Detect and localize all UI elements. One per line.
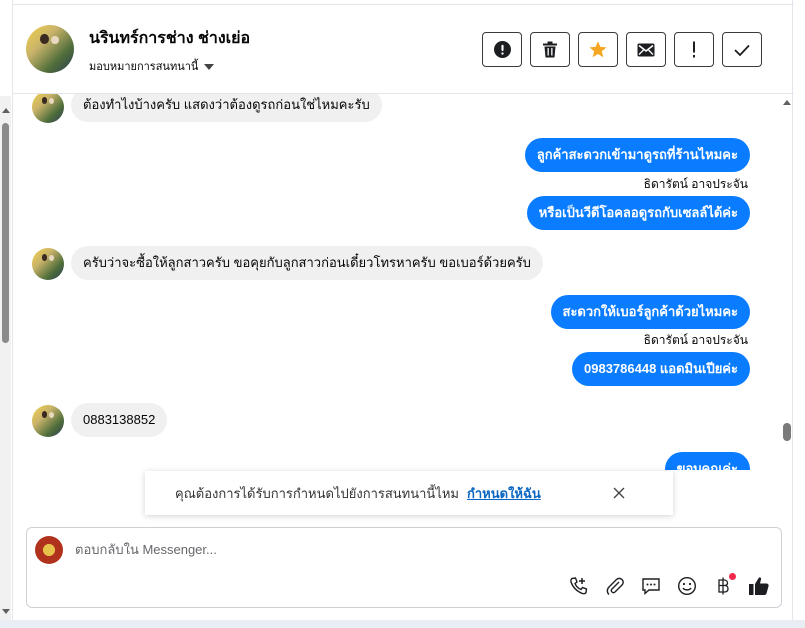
star-button[interactable]: [578, 32, 618, 67]
incoming-message[interactable]: 0883138852: [71, 403, 168, 437]
message-row-incoming: ต้องทำไงบ้างครับ แสดงว่าต้องดูรถก่อนใช่ไ…: [13, 94, 778, 128]
close-icon[interactable]: [609, 483, 629, 503]
phone-plus-icon[interactable]: [568, 575, 590, 597]
envelope-icon: [637, 43, 655, 56]
notice-text: คุณต้องการได้รับการกำหนดไปยังการสนทนานี้…: [175, 485, 459, 501]
important-button[interactable]: [674, 32, 714, 67]
paperclip-icon[interactable]: [604, 575, 626, 597]
outgoing-message[interactable]: ขอบคุณค่ะ: [664, 452, 750, 470]
message-row-incoming: ครับว่าจะซื้อให้ลูกสาวครับ ขอคุยกับลูกสา…: [13, 246, 778, 282]
contact-avatar[interactable]: [26, 25, 74, 73]
chat-bubble-icon[interactable]: [640, 575, 662, 597]
assign-dropdown[interactable]: มอบหมายการสนทนานี้: [89, 57, 215, 75]
window-scrollbar[interactable]: [0, 96, 11, 620]
chat-scrollbar[interactable]: [782, 96, 792, 516]
conversation-panel: นรินทร์การช่าง ช่างเย่อ มอบหมายการสนทนาน…: [12, 0, 794, 620]
outgoing-message[interactable]: หรือเป็นวีดีโอคลอดูรถกับเซลล์ได้ค่ะ: [526, 196, 750, 230]
assign-to-me-link[interactable]: กำหนดให้ฉัน: [467, 483, 541, 504]
incoming-message[interactable]: ครับว่าจะซื้อให้ลูกสาวครับ ขอคุยกับลูกสา…: [71, 246, 543, 280]
delete-button[interactable]: [530, 32, 570, 67]
outgoing-message[interactable]: ลูกค้าสะดวกเข้ามาดูรถที่ร้านไหมคะ: [524, 138, 750, 172]
assign-label: มอบหมายการสนทนานี้: [89, 61, 199, 73]
incoming-message[interactable]: ต้องทำไงบ้างครับ แสดงว่าต้องดูรถก่อนใช่ไ…: [71, 94, 382, 122]
alert-circle-icon: [493, 41, 511, 58]
message-list[interactable]: ต้องทำไงบ้างครับ แสดงว่าต้องดูรถก่อนใช่ไ…: [13, 94, 778, 470]
contact-name[interactable]: นรินทร์การช่าง ช่างเย่อ: [89, 26, 250, 51]
mail-button[interactable]: [626, 32, 666, 67]
spam-button[interactable]: [482, 32, 522, 67]
contact-avatar-small[interactable]: [32, 405, 64, 437]
scroll-down-arrow-icon[interactable]: [2, 609, 10, 614]
sender-name: ธิดารัตน์ อาจประจัน: [643, 177, 748, 191]
trash-icon: [543, 41, 557, 58]
notification-dot: [729, 573, 736, 580]
outgoing-message[interactable]: 0983786448 แอดมินเปียค่ะ: [572, 352, 750, 386]
message-composer: [26, 527, 782, 608]
contact-avatar-small[interactable]: [32, 94, 64, 123]
caret-down-icon: [204, 63, 215, 70]
star-icon: [589, 41, 607, 58]
scroll-up-arrow-icon[interactable]: [783, 100, 791, 105]
reply-input[interactable]: [75, 542, 675, 557]
scroll-up-arrow-icon[interactable]: [2, 108, 10, 113]
exclamation-icon: [693, 41, 695, 58]
scroll-thumb[interactable]: [783, 423, 791, 441]
sender-name: ธิดารัตน์ อาจประจัน: [643, 333, 748, 347]
check-icon: [734, 44, 750, 56]
window-bottom-edge: [0, 620, 805, 628]
message-row-incoming: 0883138852: [13, 403, 778, 439]
contact-avatar-small[interactable]: [32, 248, 64, 280]
outgoing-message[interactable]: สะดวกให้เบอร์ลูกค้าด้วยไหมคะ: [550, 295, 750, 329]
baht-icon[interactable]: [712, 573, 736, 597]
done-button[interactable]: [722, 32, 762, 67]
thumbs-up-icon[interactable]: [748, 575, 770, 597]
scroll-thumb[interactable]: [2, 123, 9, 343]
conversation-header: นรินทร์การช่าง ช่างเย่อ มอบหมายการสนทนาน…: [13, 5, 794, 94]
page-avatar: [35, 536, 63, 564]
smile-icon[interactable]: [676, 575, 698, 597]
assign-notice: คุณต้องการได้รับการกำหนดไปยังการสนทนานี้…: [145, 471, 673, 515]
